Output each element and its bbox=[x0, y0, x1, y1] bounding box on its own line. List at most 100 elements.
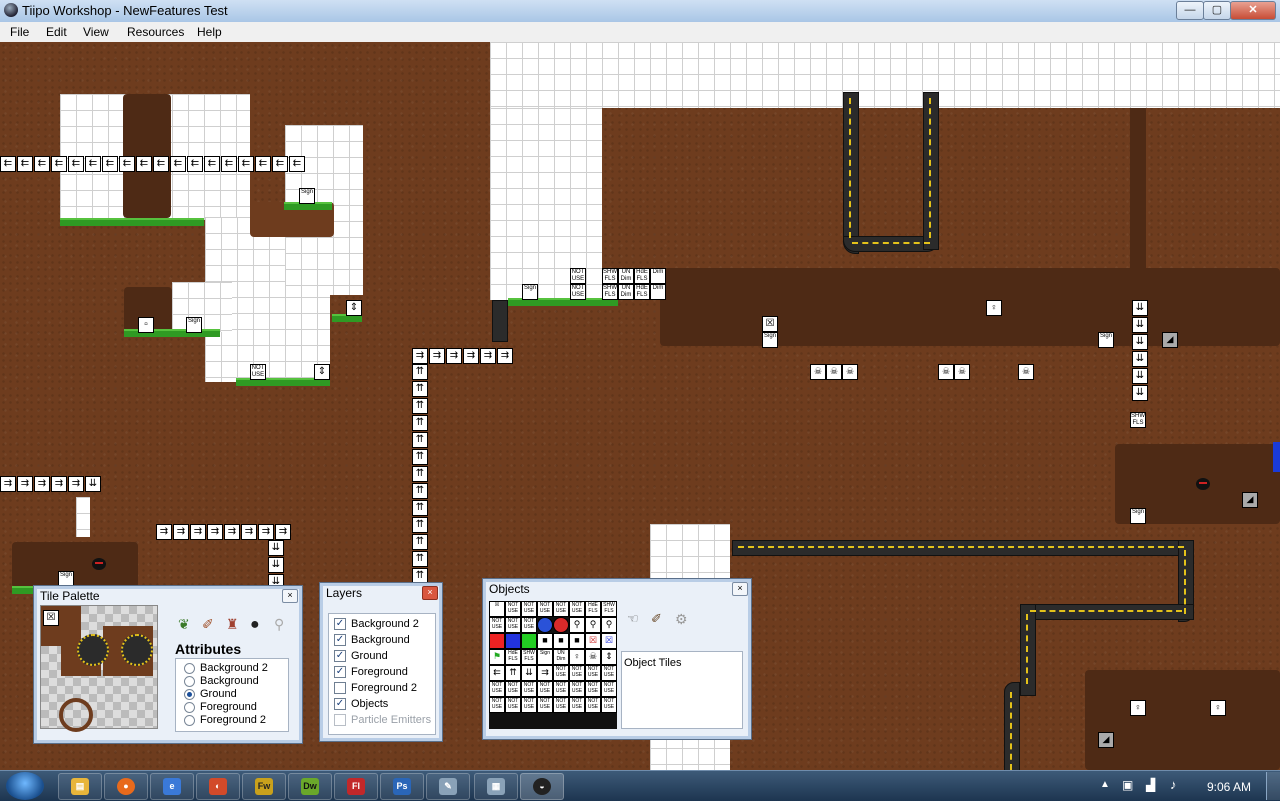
skull-icon[interactable]: ☠ bbox=[585, 649, 601, 665]
layer-foreground-2[interactable]: Foreground 2 bbox=[334, 682, 417, 694]
object-tile[interactable]: HdE FLS bbox=[505, 649, 521, 665]
object-tile[interactable]: NOT USE bbox=[553, 681, 569, 697]
switch-icon[interactable]: ⚲ bbox=[585, 617, 601, 633]
pointer-hand-icon[interactable]: ☜ bbox=[627, 611, 645, 626]
flag-icon[interactable]: ⚑ bbox=[489, 649, 505, 665]
object-tile[interactable]: NOT USE bbox=[521, 601, 537, 617]
show-desktop-button[interactable] bbox=[1266, 772, 1280, 800]
object-tile[interactable]: NOT USE bbox=[537, 601, 553, 617]
tray-device-icon[interactable]: ▣ bbox=[1122, 778, 1133, 792]
object-tile[interactable]: ☒ bbox=[489, 601, 505, 617]
volume-icon[interactable]: ♪ bbox=[1170, 777, 1177, 792]
taskbar-tiipo-button[interactable]: ◒ bbox=[520, 773, 564, 800]
taskbar-dreamweaver-button[interactable]: Dw bbox=[288, 773, 332, 800]
menu-view[interactable]: View bbox=[83, 25, 109, 39]
object-tile[interactable]: NOT USE bbox=[601, 681, 617, 697]
blue-block-icon[interactable] bbox=[505, 633, 521, 649]
object-tile[interactable]: NOT USE bbox=[489, 617, 505, 633]
taskbar-explorer-button[interactable]: ▤ bbox=[58, 773, 102, 800]
taskbar-media-button[interactable]: ◐ bbox=[196, 773, 240, 800]
square-icon[interactable]: ■ bbox=[537, 633, 553, 649]
square-icon[interactable]: ■ bbox=[569, 633, 585, 649]
switch-icon[interactable]: ⚲ bbox=[601, 617, 617, 633]
red-block-icon[interactable] bbox=[489, 633, 505, 649]
object-tile[interactable]: NOT USE bbox=[505, 681, 521, 697]
gear-icon[interactable]: ⚙ bbox=[675, 611, 693, 627]
tray-expand-icon[interactable]: ▲ bbox=[1100, 779, 1110, 790]
square-icon[interactable]: ■ bbox=[553, 633, 569, 649]
crate-blue-icon[interactable]: ☒ bbox=[601, 633, 617, 649]
object-tile[interactable]: NOT USE bbox=[585, 681, 601, 697]
bulb-icon[interactable]: ♀ bbox=[569, 649, 585, 665]
object-tile[interactable]: NOT USE bbox=[489, 681, 505, 697]
object-tile[interactable]: NOT USE bbox=[569, 681, 585, 697]
object-tile[interactable]: NOT USE bbox=[521, 681, 537, 697]
close-icon[interactable]: × bbox=[422, 586, 438, 600]
layer-background-2[interactable]: ✓ Background 2 bbox=[334, 618, 419, 630]
object-tile[interactable]: NOT USE bbox=[569, 665, 585, 681]
taskbar-flash-button[interactable]: Fl bbox=[334, 773, 378, 800]
tileset-preview[interactable]: ☒ bbox=[40, 605, 158, 732]
object-tile[interactable]: NOT USE bbox=[537, 681, 553, 697]
object-tile[interactable]: NOT USE bbox=[585, 665, 601, 681]
red-orb-icon[interactable] bbox=[553, 617, 569, 633]
stamp-icon[interactable]: ♜ bbox=[226, 616, 244, 634]
radio-ground[interactable]: Ground bbox=[184, 688, 237, 700]
taskbar-photoshop-button[interactable]: Ps bbox=[380, 773, 424, 800]
close-button[interactable]: ✕ bbox=[1230, 1, 1276, 20]
leaf-brush-icon[interactable]: ❦ bbox=[178, 616, 196, 634]
object-tile[interactable]: NOT USE bbox=[553, 697, 569, 713]
radio-foreground[interactable]: Foreground bbox=[184, 701, 257, 713]
close-icon[interactable]: × bbox=[732, 582, 748, 596]
taskbar-ie-button[interactable]: e bbox=[150, 773, 194, 800]
object-tile[interactable]: NOT USE bbox=[569, 601, 585, 617]
object-tile[interactable]: SHW FLS bbox=[521, 649, 537, 665]
crate-red-icon[interactable]: ☒ bbox=[585, 633, 601, 649]
object-tile[interactable]: NOT USE bbox=[553, 601, 569, 617]
object-tile[interactable]: NOT USE bbox=[505, 697, 521, 713]
bomb-icon[interactable]: ● bbox=[250, 616, 268, 634]
object-tile[interactable]: NOT USE bbox=[601, 665, 617, 681]
object-tile[interactable]: UN Dim bbox=[553, 649, 569, 665]
object-tile[interactable]: NOT USE bbox=[569, 697, 585, 713]
arrow-up-icon[interactable]: ⇈ bbox=[505, 665, 521, 681]
object-tile[interactable]: NOT USE bbox=[601, 697, 617, 713]
layer-foreground[interactable]: ✓ Foreground bbox=[334, 666, 408, 678]
maximize-button[interactable]: ▢ bbox=[1203, 1, 1231, 20]
object-tile[interactable]: NOT USE bbox=[537, 697, 553, 713]
menu-help[interactable]: Help bbox=[197, 25, 222, 39]
object-tile[interactable]: NOT USE bbox=[521, 697, 537, 713]
object-tiles-grid[interactable]: ☒ NOT USE NOT USE NOT USE NOT USE NOT US… bbox=[489, 601, 617, 729]
object-tile[interactable]: NOT USE bbox=[585, 697, 601, 713]
magnifier-icon[interactable]: ⚲ bbox=[274, 616, 292, 634]
switch-icon[interactable]: ⚲ bbox=[569, 617, 585, 633]
radio-background[interactable]: Background bbox=[184, 675, 259, 687]
green-block-icon[interactable] bbox=[521, 633, 537, 649]
arrow-down-icon[interactable]: ⇊ bbox=[521, 665, 537, 681]
object-tile[interactable]: NOT USE bbox=[521, 617, 537, 633]
taskbar-notepad-button[interactable]: ✎ bbox=[426, 773, 470, 800]
menu-file[interactable]: File bbox=[10, 25, 29, 39]
object-tile[interactable]: NOT USE bbox=[505, 617, 521, 633]
taskbar-firefox-button[interactable]: ● bbox=[104, 773, 148, 800]
radio-foreground-2[interactable]: Foreground 2 bbox=[184, 714, 266, 726]
object-tile[interactable]: NOT USE bbox=[505, 601, 521, 617]
brush-icon[interactable]: ✐ bbox=[651, 611, 669, 626]
elevator-icon[interactable]: ⇕ bbox=[601, 649, 617, 665]
object-tile[interactable]: Sign bbox=[537, 649, 553, 665]
taskbar-clock[interactable]: 9:06 AM bbox=[1207, 780, 1251, 794]
object-tile[interactable]: SHW FLS bbox=[601, 601, 617, 617]
arrow-right-icon[interactable]: ⇉ bbox=[537, 665, 553, 681]
minimize-button[interactable]: — bbox=[1176, 1, 1204, 20]
blue-orb-icon[interactable] bbox=[537, 617, 553, 633]
network-icon[interactable]: ▟ bbox=[1146, 778, 1155, 792]
layer-background[interactable]: ✓ Background bbox=[334, 634, 410, 646]
start-button[interactable] bbox=[6, 772, 44, 800]
arrow-left-icon[interactable]: ⇇ bbox=[489, 665, 505, 681]
eraser-icon[interactable]: ✐ bbox=[202, 616, 220, 634]
close-icon[interactable]: × bbox=[282, 589, 298, 603]
layer-objects[interactable]: ✓ Objects bbox=[334, 698, 388, 710]
radio-background-2[interactable]: Background 2 bbox=[184, 662, 268, 674]
object-tile[interactable]: NOT USE bbox=[553, 665, 569, 681]
object-tile[interactable]: NOT USE bbox=[489, 697, 505, 713]
